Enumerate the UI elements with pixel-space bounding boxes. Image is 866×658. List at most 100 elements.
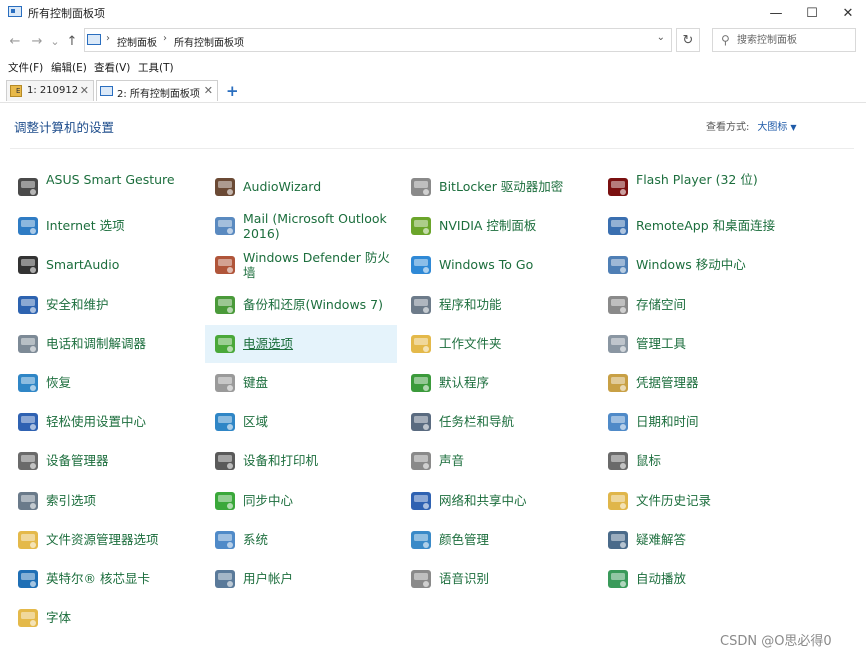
control-panel-item-label: 默认程序 <box>439 375 490 390</box>
control-panel-item-label: 英特尔® 核芯显卡 <box>46 571 150 586</box>
maximize-button[interactable]: ☐ <box>794 0 830 26</box>
control-panel-item[interactable]: 凭据管理器 <box>598 364 790 402</box>
control-panel-item-label: 设备和打印机 <box>243 453 319 469</box>
search-input[interactable] <box>737 32 849 48</box>
control-panel-item[interactable]: Flash Player (32 位) <box>598 168 790 206</box>
breadcrumb-all-items[interactable]: 所有控制面板项 <box>174 34 244 49</box>
search-box[interactable]: ⚲ <box>712 28 856 52</box>
control-panel-item-label: 系统 <box>243 531 269 547</box>
control-panel-item[interactable]: 管理工具 <box>598 325 790 363</box>
control-panel-item[interactable]: AudioWizard <box>205 168 397 206</box>
control-panel-item[interactable]: 鼠标 <box>598 442 790 480</box>
control-panel-item[interactable]: 备份和还原(Windows 7) <box>205 286 397 324</box>
control-panel-item[interactable]: 语音识别 <box>401 560 593 598</box>
control-panel-item-label: 任务栏和导航 <box>439 414 515 430</box>
menu-view[interactable]: 查看(V) <box>94 60 130 75</box>
tab-bar: 1: 210912 ✕ 2: 所有控制面板项 ✕ + <box>0 78 866 103</box>
minimize-button[interactable]: — <box>758 0 794 26</box>
control-panel-item[interactable]: 安全和维护 <box>8 286 200 324</box>
control-panel-item-label: 电源选项 <box>243 335 294 351</box>
divider <box>10 148 854 149</box>
forward-button[interactable]: → <box>28 32 46 50</box>
control-panel-item[interactable]: 网络和共享中心 <box>401 482 593 520</box>
control-panel-item[interactable]: 文件历史记录 <box>598 482 790 520</box>
control-panel-item[interactable]: 用户帐户 <box>205 560 397 598</box>
control-panel-item[interactable]: 疑难解答 <box>598 521 790 559</box>
control-panel-item[interactable]: RemoteApp 和桌面连接 <box>598 207 790 245</box>
control-panel-item[interactable]: ASUS Smart Gesture <box>8 168 200 206</box>
indexing-icon <box>16 489 40 513</box>
control-panel-item[interactable]: 字体 <box>8 599 200 637</box>
explorer-options-icon <box>16 528 40 552</box>
control-panel-item[interactable]: Internet 选项 <box>8 207 200 245</box>
control-panel-item-label: 电话和调制解调器 <box>46 335 147 351</box>
address-dropdown-icon[interactable]: ⌄ <box>657 32 665 43</box>
control-panel-item[interactable]: 默认程序 <box>401 364 593 402</box>
default-programs-icon <box>409 371 433 395</box>
control-panel-item[interactable]: 日期和时间 <box>598 403 790 441</box>
view-by-dropdown[interactable]: 大图标 <box>757 122 787 133</box>
control-panel-app-icon <box>8 6 22 17</box>
power-options-icon <box>213 332 237 356</box>
recent-locations-button[interactable]: ⌄ <box>46 32 64 50</box>
control-panel-item-label: 鼠标 <box>636 453 662 469</box>
control-panel-item[interactable]: 恢复 <box>8 364 200 402</box>
menu-tools[interactable]: 工具(T) <box>138 60 174 75</box>
close-window-button[interactable]: ✕ <box>830 0 866 26</box>
control-panel-item[interactable]: 自动播放 <box>598 560 790 598</box>
keyboard-icon <box>213 371 237 395</box>
ease-of-access-icon <box>16 410 40 434</box>
control-panel-item[interactable]: BitLocker 驱动器加密 <box>401 168 593 206</box>
tab-210912[interactable]: 1: 210912 ✕ <box>6 80 94 101</box>
control-panel-item[interactable]: NVIDIA 控制面板 <box>401 207 593 245</box>
control-panel-item[interactable]: 英特尔® 核芯显卡 <box>8 560 200 598</box>
system-icon <box>213 528 237 552</box>
menu-edit[interactable]: 编辑(E) <box>51 60 87 75</box>
control-panel-item-label: 同步中心 <box>243 492 294 508</box>
control-panel-item[interactable]: 轻松使用设置中心 <box>8 403 200 441</box>
control-panel-item[interactable]: 电源选项 <box>205 324 397 363</box>
internet-globe-icon <box>16 214 40 238</box>
breadcrumb-separator[interactable]: › <box>106 33 110 44</box>
control-panel-item[interactable]: 区域 <box>205 403 397 441</box>
control-panel-item[interactable]: 文件资源管理器选项 <box>8 521 200 559</box>
new-tab-button[interactable]: + <box>226 82 239 100</box>
tab-close-button[interactable]: ✕ <box>204 84 213 97</box>
firewall-icon <box>213 253 237 277</box>
audio-wizard-icon <box>213 175 237 199</box>
sync-center-icon <box>213 489 237 513</box>
control-panel-item[interactable]: Mail (Microsoft Outlook 2016) <box>205 207 397 245</box>
control-panel-item[interactable]: 键盘 <box>205 364 397 402</box>
tab-all-control-panel-items[interactable]: 2: 所有控制面板项 ✕ <box>96 80 218 101</box>
control-panel-item[interactable]: 设备和打印机 <box>205 442 397 480</box>
control-panel-item[interactable]: 程序和功能 <box>401 286 593 324</box>
refresh-button[interactable]: ↻ <box>676 28 700 52</box>
control-panel-item[interactable]: 索引选项 <box>8 482 200 520</box>
control-panel-item[interactable]: 任务栏和导航 <box>401 403 593 441</box>
control-panel-item[interactable]: 电话和调制解调器 <box>8 325 200 363</box>
back-button[interactable]: ← <box>6 32 24 50</box>
breadcrumb-control-panel[interactable]: 控制面板 <box>117 34 157 49</box>
control-panel-item[interactable]: 存储空间 <box>598 286 790 324</box>
control-panel-item-label: BitLocker 驱动器加密 <box>439 179 564 194</box>
control-panel-item[interactable]: 声音 <box>401 442 593 480</box>
control-panel-item-label: ASUS Smart Gesture <box>46 172 175 187</box>
control-panel-item[interactable]: Windows Defender 防火墙 <box>205 246 397 284</box>
menu-file[interactable]: 文件(F) <box>8 60 43 75</box>
up-button[interactable]: ↑ <box>63 32 81 50</box>
control-panel-item[interactable]: 设备管理器 <box>8 442 200 480</box>
control-panel-item[interactable]: SmartAudio <box>8 246 200 284</box>
tab-close-button[interactable]: ✕ <box>80 84 89 97</box>
chevron-down-icon[interactable]: ▼ <box>790 123 796 132</box>
control-panel-item[interactable]: Windows To Go <box>401 246 593 284</box>
tab-label: 1: 210912 <box>27 85 79 96</box>
control-panel-item[interactable]: 颜色管理 <box>401 521 593 559</box>
control-panel-item-label: NVIDIA 控制面板 <box>439 218 537 234</box>
control-panel-item-label: 备份和还原(Windows 7) <box>243 296 383 312</box>
control-panel-item[interactable]: Windows 移动中心 <box>598 246 790 284</box>
breadcrumb-separator[interactable]: › <box>163 33 167 44</box>
control-panel-item[interactable]: 同步中心 <box>205 482 397 520</box>
control-panel-item[interactable]: 工作文件夹 <box>401 325 593 363</box>
control-panel-item[interactable]: 系统 <box>205 521 397 559</box>
address-bar[interactable]: › 控制面板 › 所有控制面板项 ⌄ <box>84 28 672 52</box>
